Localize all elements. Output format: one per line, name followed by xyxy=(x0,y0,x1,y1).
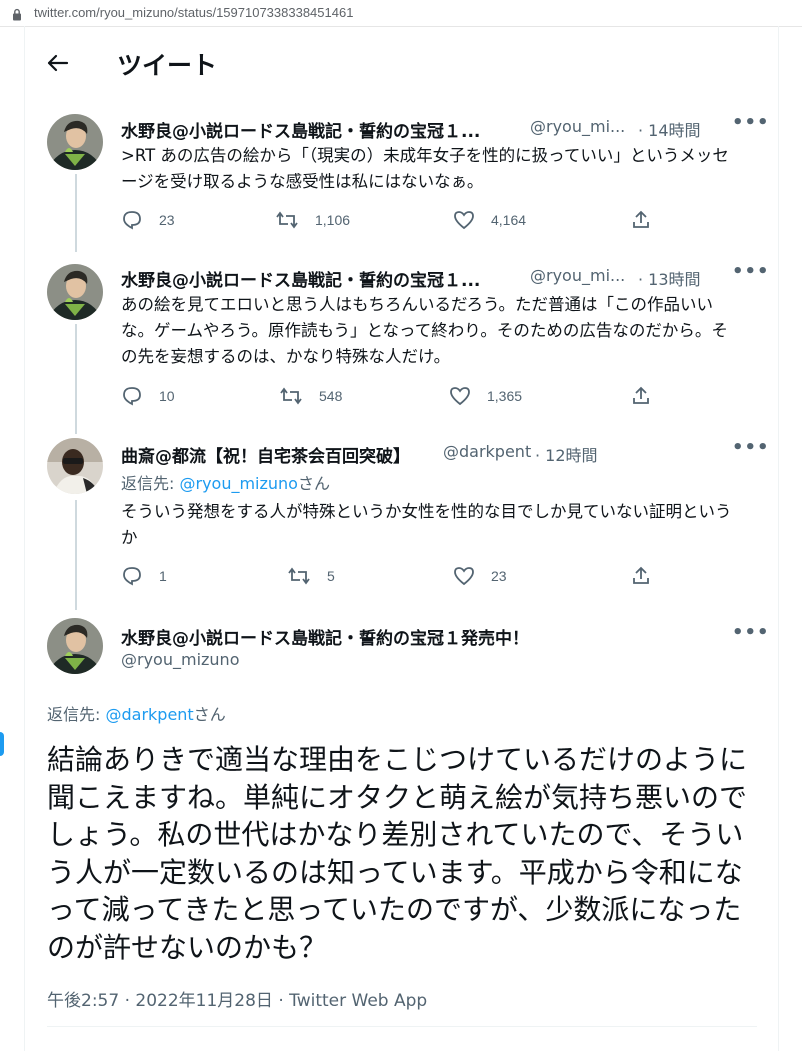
author-name[interactable]: 水野良@小説ロードス島戦記・誓約の宝冠１発売中！ xyxy=(121,624,529,649)
back-arrow-icon[interactable] xyxy=(47,54,69,76)
more-icon[interactable]: ••• xyxy=(732,112,770,133)
avatar[interactable] xyxy=(47,618,103,674)
tweet-time[interactable]: · 12時間 xyxy=(535,442,598,466)
reply-mention-link[interactable]: @darkpent xyxy=(105,705,193,724)
author-handle[interactable]: @darkpent xyxy=(443,442,531,461)
like-count: 4,164 xyxy=(491,212,527,228)
author-handle[interactable]: @ryou_mizuno xyxy=(121,650,239,669)
scroll-indicator xyxy=(0,732,4,756)
retweet-icon xyxy=(288,567,310,585)
reply-icon xyxy=(123,567,141,586)
share-button[interactable] xyxy=(631,210,651,230)
reply-icon xyxy=(123,211,141,230)
retweet-button[interactable]: 548 xyxy=(279,386,342,406)
reply-count: 1 xyxy=(159,568,167,584)
reply-mention-link[interactable]: @ryou_mizuno xyxy=(179,474,297,493)
page-header: ツイート xyxy=(25,26,778,98)
retweet-count: 548 xyxy=(319,388,343,404)
author-handle[interactable]: @ryou_mi... xyxy=(530,117,625,136)
divider xyxy=(47,1026,757,1027)
like-icon xyxy=(454,567,474,586)
avatar[interactable] xyxy=(47,114,103,170)
url-text: twitter.com/ryou_mizuno/status/159710733… xyxy=(34,5,354,20)
reply-button[interactable]: 1 xyxy=(121,566,167,586)
like-icon xyxy=(450,387,470,406)
tweet-time[interactable]: · 14時間 xyxy=(638,117,701,141)
browser-address-bar[interactable]: twitter.com/ryou_mizuno/status/159710733… xyxy=(0,0,802,27)
tweet-text: >RT あの広告の絵から「（現実の）未成年女子を性的に扱っていい」というメッセー… xyxy=(121,146,729,191)
thread-connector xyxy=(75,500,77,610)
more-icon[interactable]: ••• xyxy=(732,261,770,282)
author-name[interactable]: 水野良@小説ロードス島戦記・誓約の宝冠１... xyxy=(121,117,480,142)
share-icon xyxy=(633,566,649,584)
main-tweet-text: 結論ありきで適当な理由をこじつけているだけのように聞こえますね。単純にオタクと萌… xyxy=(47,743,748,964)
retweet-icon xyxy=(276,211,298,229)
retweet-button[interactable]: 1,106 xyxy=(275,210,350,230)
avatar[interactable] xyxy=(47,264,103,320)
thread-connector xyxy=(75,174,77,252)
tweet-column: ツイート 水野良@小説ロードス島戦記・誓約の宝冠１... @ryou_mi...… xyxy=(24,26,779,1051)
more-icon[interactable]: ••• xyxy=(732,437,770,458)
lock-icon xyxy=(12,6,22,25)
author-handle[interactable]: @ryou_mi... xyxy=(530,266,625,285)
share-icon xyxy=(633,210,649,228)
author-name[interactable]: 水野良@小説ロードス島戦記・誓約の宝冠１... xyxy=(121,266,480,291)
tweet-timestamp[interactable]: 午後2:57 · 2022年11月28日 · Twitter Web App xyxy=(47,986,427,1011)
reply-button[interactable]: 23 xyxy=(121,210,175,230)
like-button[interactable]: 1,365 xyxy=(449,386,522,406)
like-icon xyxy=(454,211,474,230)
like-button[interactable]: 23 xyxy=(453,566,507,586)
tweet-text: あの絵を見てエロいと思う人はもちろんいるだろう。ただ普通は「この作品いいな。ゲー… xyxy=(121,295,728,366)
tweet-time[interactable]: · 13時間 xyxy=(638,266,701,290)
reply-count: 23 xyxy=(159,212,175,228)
share-button[interactable] xyxy=(631,566,651,586)
like-button[interactable]: 4,164 xyxy=(453,210,526,230)
page-title: ツイート xyxy=(117,51,218,80)
reply-button[interactable]: 10 xyxy=(121,386,175,406)
retweet-button[interactable]: 5 xyxy=(287,566,335,586)
reply-count: 10 xyxy=(159,388,175,404)
reply-context: 返信先: @ryou_mizunoさん xyxy=(121,474,330,493)
avatar[interactable] xyxy=(47,438,103,494)
like-count: 1,365 xyxy=(487,388,523,404)
share-icon xyxy=(633,386,649,404)
like-count: 23 xyxy=(491,568,507,584)
reply-context: 返信先: @darkpentさん xyxy=(47,705,226,724)
author-name[interactable]: 曲斎@都流【祝！自宅茶会百回突破】 xyxy=(121,442,410,467)
more-icon[interactable]: ••• xyxy=(732,622,770,643)
thread-connector xyxy=(75,324,77,434)
reply-icon xyxy=(123,387,141,406)
share-button[interactable] xyxy=(631,386,651,406)
retweet-count: 5 xyxy=(327,568,335,584)
tweet-text: そういう発想をする人が特殊というか女性を性的な目でしか見ていない証明というか xyxy=(121,502,732,547)
retweet-count: 1,106 xyxy=(315,212,351,228)
retweet-icon xyxy=(280,387,302,405)
